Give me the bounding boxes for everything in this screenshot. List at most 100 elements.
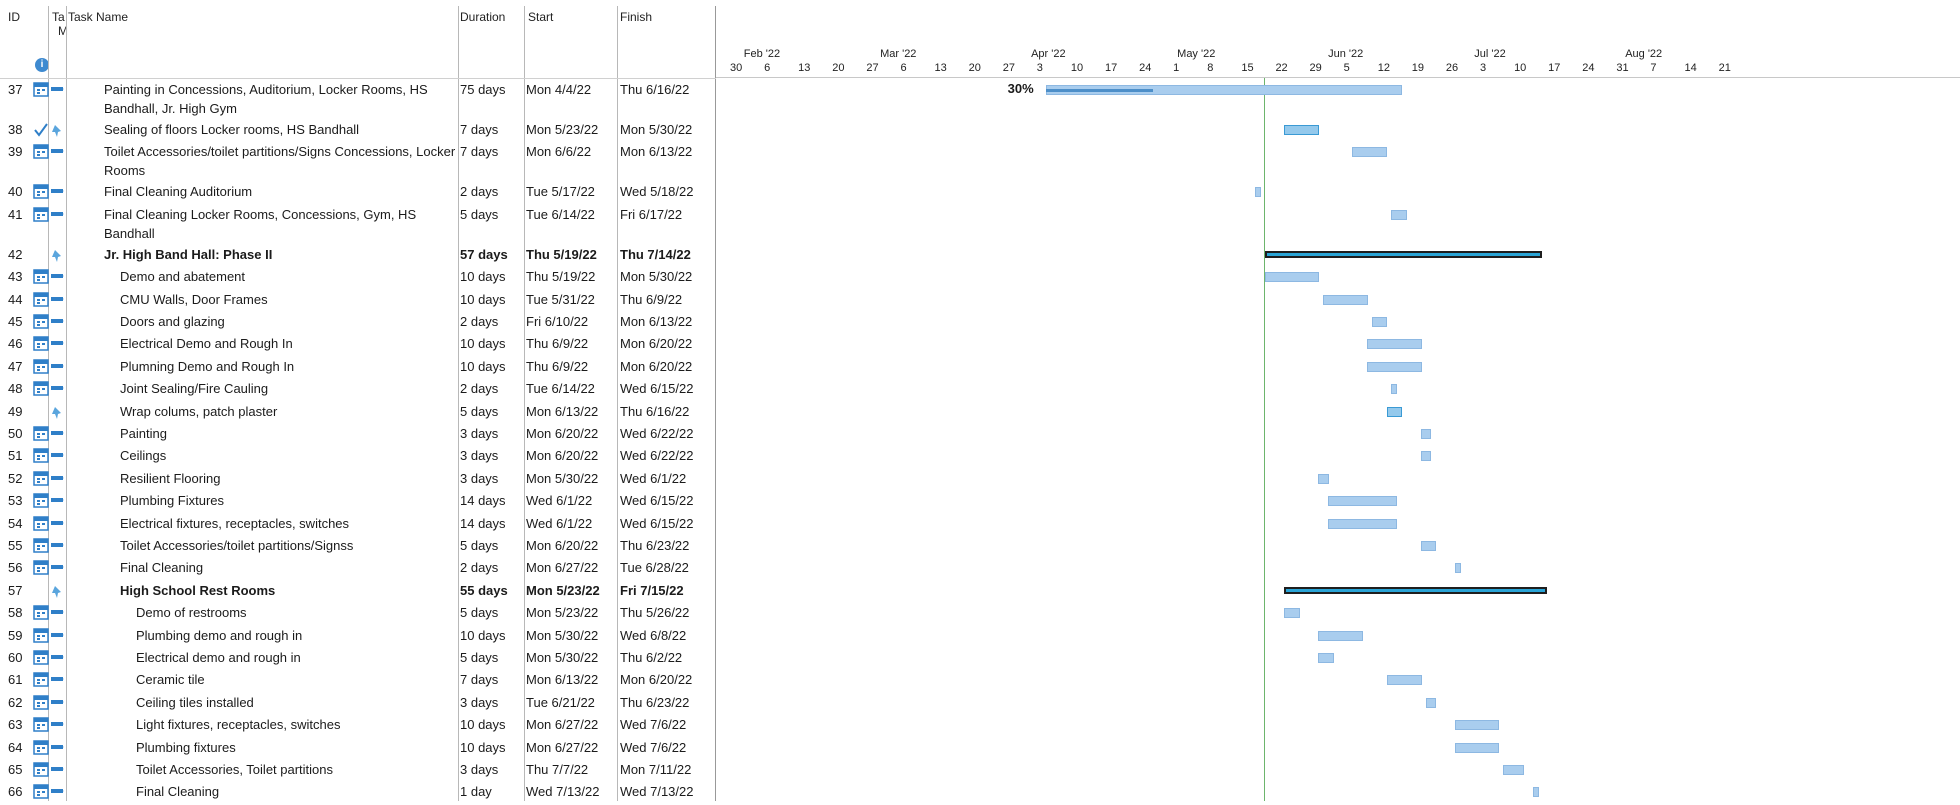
calendar-icon[interactable]	[33, 538, 67, 554]
calendar-icon[interactable]	[33, 695, 67, 711]
task-name[interactable]: Demo of restrooms	[136, 603, 466, 622]
pin-icon[interactable]	[33, 247, 67, 263]
calendar-icon[interactable]	[33, 184, 67, 200]
task-name[interactable]: Toilet Accessories/toilet partitions/Sig…	[104, 142, 466, 180]
calendar-icon[interactable]	[33, 650, 67, 666]
task-bar[interactable]	[1420, 451, 1432, 462]
checkmark-icon[interactable]	[33, 122, 67, 138]
task-bar[interactable]	[1532, 787, 1539, 798]
task-bar[interactable]	[1391, 209, 1407, 220]
task-name[interactable]: Plumbing Fixtures	[120, 491, 466, 510]
task-name[interactable]: CMU Walls, Door Frames	[120, 290, 466, 309]
task-bar[interactable]	[1420, 429, 1432, 439]
calendar-icon[interactable]	[33, 82, 67, 98]
task-name[interactable]: Ceiling tiles installed	[136, 693, 466, 712]
timescale-day-label: 20	[832, 62, 845, 74]
task-bar[interactable]	[1454, 563, 1461, 574]
task-name[interactable]: Jr. High Band Hall: Phase II	[104, 245, 466, 264]
task-bar[interactable]	[1454, 720, 1500, 731]
summary-bar[interactable]	[1284, 586, 1548, 594]
calendar-icon[interactable]	[33, 269, 67, 285]
column-header-finish[interactable]: Finish	[620, 10, 652, 24]
task-bar[interactable]	[1328, 496, 1398, 507]
task-name[interactable]: Toilet Accessories/toilet partitions/Sig…	[120, 536, 466, 555]
calendar-icon[interactable]	[33, 515, 67, 532]
task-bar[interactable]	[1328, 518, 1398, 529]
column-header-id[interactable]: ID	[8, 10, 20, 24]
task-finish: Thu 6/2/22	[620, 650, 683, 665]
task-name[interactable]: Ceramic tile	[136, 670, 466, 689]
calendar-icon[interactable]	[33, 291, 67, 308]
task-bar[interactable]	[1255, 187, 1262, 198]
task-name[interactable]: Final Cleaning Auditorium	[104, 182, 466, 201]
task-name[interactable]: Plumbing fixtures	[136, 738, 466, 757]
calendar-icon[interactable]	[33, 672, 67, 688]
calendar-icon[interactable]	[33, 448, 67, 464]
task-name[interactable]: Toilet Accessories, Toilet partitions	[136, 760, 466, 779]
task-name[interactable]: Demo and abatement	[120, 267, 466, 286]
task-name[interactable]: Painting in Concessions, Auditorium, Loc…	[104, 80, 466, 118]
table-chart-divider[interactable]	[715, 6, 716, 801]
task-name[interactable]: Final Cleaning Locker Rooms, Concessions…	[104, 205, 466, 243]
task-bar[interactable]	[1323, 294, 1368, 305]
task-bar[interactable]	[1318, 630, 1364, 641]
calendar-icon[interactable]	[33, 560, 67, 576]
task-name[interactable]: Doors and glazing	[120, 312, 466, 331]
task-bar[interactable]	[1386, 675, 1422, 686]
calendar-icon[interactable]	[33, 314, 67, 330]
task-bar[interactable]	[1367, 339, 1422, 350]
task-bar[interactable]	[1425, 697, 1437, 708]
task-bar[interactable]	[1386, 406, 1403, 417]
task-name[interactable]: Light fixtures, receptacles, switches	[136, 715, 466, 734]
calendar-icon[interactable]	[33, 739, 67, 756]
calendar-icon[interactable]	[33, 336, 67, 352]
calendar-icon[interactable]	[33, 207, 67, 223]
task-name[interactable]: Wrap colums, patch plaster	[120, 402, 466, 421]
calendar-icon[interactable]	[33, 426, 67, 442]
task-bar[interactable]	[1318, 653, 1334, 663]
pin-icon[interactable]	[33, 404, 67, 420]
calendar-icon[interactable]	[33, 627, 67, 644]
task-bar[interactable]	[1371, 317, 1388, 327]
task-duration: 5 days	[460, 650, 499, 665]
calendar-icon[interactable]	[33, 144, 67, 160]
task-bar[interactable]	[1284, 125, 1320, 135]
task-name[interactable]: Plumning Demo and Rough In	[120, 357, 466, 376]
task-name[interactable]: Resilient Flooring	[120, 469, 466, 488]
calendar-icon[interactable]	[33, 471, 67, 487]
task-bar[interactable]	[1264, 272, 1320, 283]
calendar-icon[interactable]	[33, 381, 67, 397]
task-name[interactable]: Electrical Demo and Rough In	[120, 334, 466, 353]
calendar-icon[interactable]	[33, 762, 67, 778]
task-name[interactable]: High School Rest Rooms	[120, 581, 466, 600]
task-bar[interactable]	[1284, 608, 1300, 619]
calendar-icon[interactable]	[33, 605, 67, 621]
task-name[interactable]: Electrical demo and rough in	[136, 648, 466, 667]
task-name[interactable]: Ceilings	[120, 446, 466, 465]
task-bar[interactable]	[1318, 473, 1329, 484]
task-bar[interactable]	[1454, 742, 1500, 753]
column-header-task-name[interactable]: Task Name	[68, 10, 128, 24]
column-header-start[interactable]: Start	[528, 10, 553, 24]
task-name[interactable]: Final Cleaning	[136, 782, 466, 801]
calendar-icon[interactable]	[33, 359, 67, 375]
calendar-icon[interactable]	[33, 717, 67, 733]
column-header-duration[interactable]: Duration	[460, 10, 505, 24]
task-bar[interactable]	[1352, 147, 1388, 158]
task-name[interactable]: Sealing of floors Locker rooms, HS Bandh…	[104, 120, 466, 139]
summary-bar[interactable]	[1264, 250, 1543, 258]
task-name[interactable]: Painting	[120, 424, 466, 443]
task-bar[interactable]	[1420, 541, 1437, 551]
timescale-day-label: 19	[1411, 62, 1425, 74]
task-name[interactable]: Final Cleaning	[120, 558, 466, 577]
task-name[interactable]: Joint Sealing/Fire Cauling	[120, 379, 466, 398]
task-bar[interactable]	[1367, 361, 1422, 372]
calendar-icon[interactable]	[33, 493, 67, 509]
task-name[interactable]: Plumbing demo and rough in	[136, 626, 466, 645]
calendar-icon[interactable]	[33, 784, 67, 800]
task-bar[interactable]	[1503, 765, 1524, 775]
pin-icon[interactable]	[33, 583, 67, 599]
task-name[interactable]: Electrical fixtures, receptacles, switch…	[120, 514, 466, 533]
task-bar[interactable]	[1391, 384, 1398, 395]
column-header-task-mode[interactable]: Ta	[52, 10, 65, 24]
